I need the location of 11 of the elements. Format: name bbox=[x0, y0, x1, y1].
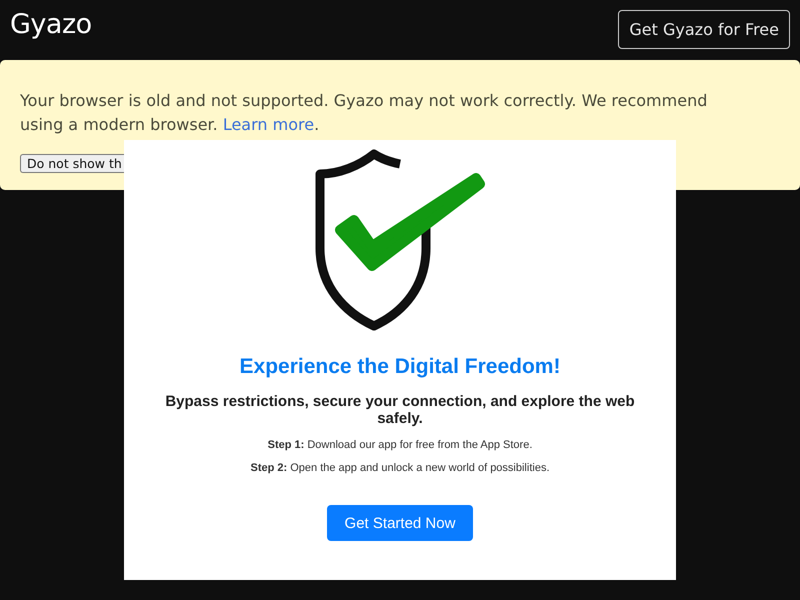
step-text: Step 2: Open the app and unlock a new world of possibilities. bbox=[250, 462, 550, 474]
learn-more-link[interactable]: Learn more bbox=[222, 115, 314, 134]
gyazo-logo[interactable]: Gyazo bbox=[10, 8, 92, 40]
get-gyazo-button[interactable]: Get Gyazo for Free bbox=[618, 10, 790, 48]
promo-subtitle: Bypass restrictions, secure your connection, and explore the web safely. bbox=[164, 393, 636, 427]
step-text: Step 1: Download our app for free from the App Store. bbox=[268, 439, 532, 451]
get-started-button[interactable]: Get Started Now bbox=[327, 505, 473, 541]
do-not-show-button[interactable]: Do not show th bbox=[20, 154, 124, 173]
shield-check-icon bbox=[314, 148, 486, 332]
browser-warning-message: Your browser is old and not supported. Gyazo may not work correctly. We recommend using a modern browser. Learn more. bbox=[20, 90, 708, 136]
promo-title: Experience the Digital Freedom! bbox=[240, 355, 560, 379]
